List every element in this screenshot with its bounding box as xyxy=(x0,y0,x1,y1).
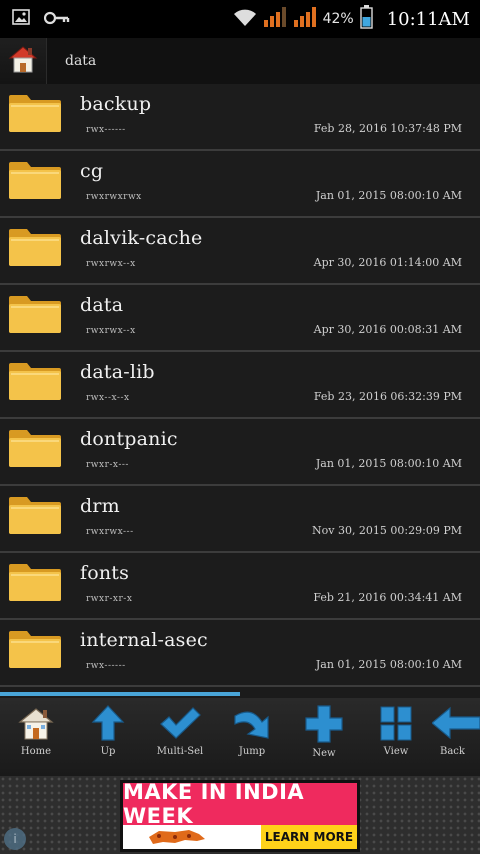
file-date: Jan 01, 2015 08:00:10 AM xyxy=(315,658,462,671)
home-icon xyxy=(17,704,55,742)
home-icon xyxy=(7,43,39,79)
image-icon xyxy=(12,9,30,29)
folder-icon xyxy=(8,428,62,472)
file-permissions: rwxr-xr-x xyxy=(86,594,133,604)
file-row[interactable]: data-lib rwx--x--x Feb 23, 2016 06:32:39 P… xyxy=(0,352,480,419)
file-name: data xyxy=(80,294,124,316)
folder-icon xyxy=(8,629,62,673)
file-name: drm xyxy=(80,495,120,517)
plus-icon xyxy=(304,704,344,744)
lion-logo-icon xyxy=(145,827,209,851)
ad-banner[interactable]: MAKE IN INDIA WEEK LEARN MORE xyxy=(120,780,360,852)
file-permissions: rwxrwx--x xyxy=(86,326,136,336)
info-icon[interactable]: i xyxy=(4,828,26,850)
file-row[interactable]: cg rwxrwxrwx Jan 01, 2015 08:00:10 AM xyxy=(0,151,480,218)
file-date: Jan 01, 2015 08:00:10 AM xyxy=(315,189,462,202)
up-button[interactable]: Up xyxy=(72,698,144,776)
jump-button[interactable]: Jump xyxy=(216,698,288,776)
file-name: backup xyxy=(80,93,152,115)
back-button[interactable]: Back xyxy=(432,698,480,776)
folder-icon xyxy=(8,93,62,137)
file-permissions: rwxr-x--- xyxy=(86,460,129,470)
file-date: Feb 23, 2016 06:32:39 PM xyxy=(313,390,462,403)
ad-area: MAKE IN INDIA WEEK LEARN MORE xyxy=(0,776,480,854)
file-list[interactable]: backup rwx------ Feb 28, 2016 10:37:48 PM c… xyxy=(0,84,480,692)
file-row[interactable]: backup rwx------ Feb 28, 2016 10:37:48 PM xyxy=(0,84,480,151)
file-date: Apr 30, 2016 00:08:31 AM xyxy=(313,323,462,336)
folder-icon xyxy=(8,495,62,539)
file-name: dalvik-cache xyxy=(80,227,203,249)
signal-icon xyxy=(293,6,317,32)
file-row[interactable]: data rwxrwx--x Apr 30, 2016 00:08:31 AM xyxy=(0,285,480,352)
key-icon xyxy=(43,10,70,29)
file-permissions: rwxrwx--x xyxy=(86,259,136,269)
file-row[interactable]: dalvik-cache rwxrwx--x Apr 30, 2016 01:14:… xyxy=(0,218,480,285)
file-date: Apr 30, 2016 01:14:00 AM xyxy=(313,256,462,269)
file-name: dontpanic xyxy=(80,428,178,450)
folder-icon xyxy=(8,294,62,338)
view-button[interactable]: View xyxy=(360,698,432,776)
battery-icon xyxy=(359,5,373,33)
breadcrumb: data xyxy=(0,38,480,85)
folder-icon xyxy=(8,160,62,204)
file-name: cg xyxy=(80,160,104,182)
home-button[interactable]: Home xyxy=(0,698,72,776)
folder-icon xyxy=(8,562,62,606)
file-row[interactable]: fonts rwxr-xr-x Feb 21, 2016 00:34:41 AM xyxy=(0,553,480,620)
file-row[interactable]: dontpanic rwxr-x--- Jan 01, 2015 08:00:10 … xyxy=(0,419,480,486)
signal-icon xyxy=(263,6,287,32)
arrow-up-icon xyxy=(89,704,127,742)
battery-percent: 42% xyxy=(322,11,354,27)
folder-icon xyxy=(8,227,62,271)
file-row[interactable]: drm rwxrwx--- Nov 30, 2015 00:29:09 PM xyxy=(0,486,480,553)
curved-arrow-icon xyxy=(232,704,272,742)
file-name: data-lib xyxy=(80,361,155,383)
multi-select-button[interactable]: Multi-Sel xyxy=(144,698,216,776)
file-date: Nov 30, 2015 00:29:09 PM xyxy=(311,524,462,537)
file-date: Jan 01, 2015 08:00:10 AM xyxy=(315,457,462,470)
arrow-left-icon xyxy=(432,704,480,742)
breadcrumb-item[interactable]: data xyxy=(47,38,96,84)
checkmark-icon xyxy=(159,704,201,742)
file-date: Feb 28, 2016 10:37:48 PM xyxy=(313,122,462,135)
file-permissions: rwx------ xyxy=(86,661,126,671)
scroll-indicator[interactable] xyxy=(0,692,240,696)
bottom-toolbar: Home Up Multi-Sel Jump New View Back xyxy=(0,698,480,776)
folder-icon xyxy=(8,361,62,405)
file-name: internal-asec xyxy=(80,629,208,651)
status-bar: 42% 10:11AM xyxy=(0,0,480,38)
learn-more-button[interactable]: LEARN MORE xyxy=(261,825,357,849)
new-button[interactable]: New xyxy=(288,698,360,776)
file-permissions: rwxrwxrwx xyxy=(86,192,142,202)
breadcrumb-home[interactable] xyxy=(0,38,47,84)
file-permissions: rwx------ xyxy=(86,125,126,135)
file-permissions: rwx--x--x xyxy=(86,393,130,403)
file-row[interactable]: internal-asec rwx------ Jan 01, 2015 08:00… xyxy=(0,620,480,687)
ad-headline: MAKE IN INDIA WEEK xyxy=(123,780,357,828)
wifi-icon xyxy=(233,7,257,31)
clock: 10:11AM xyxy=(386,8,470,30)
file-permissions: rwxrwx--- xyxy=(86,527,134,537)
file-name: fonts xyxy=(80,562,130,584)
file-date: Feb 21, 2016 00:34:41 AM xyxy=(313,591,462,604)
grid-view-icon xyxy=(378,704,414,742)
